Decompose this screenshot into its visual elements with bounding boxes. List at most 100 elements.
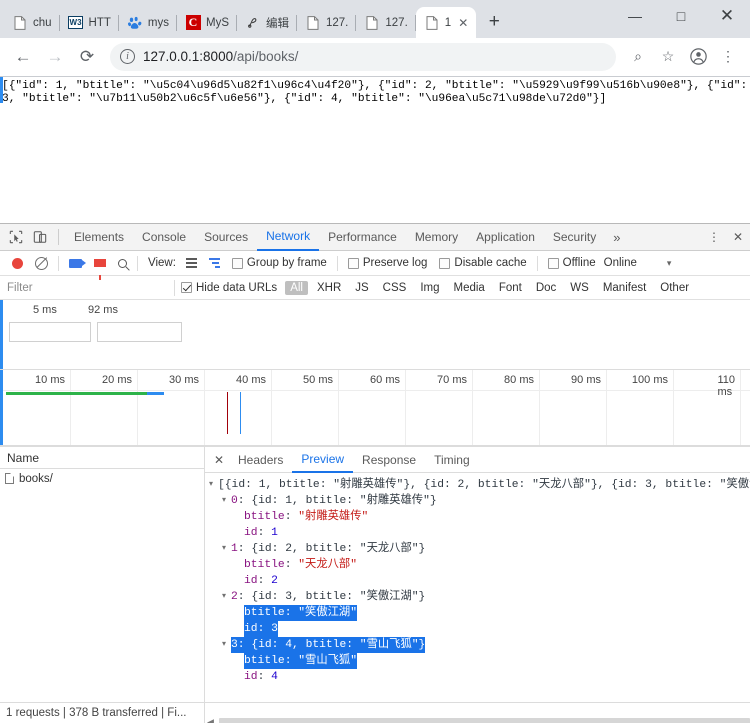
expand-caret-icon[interactable]: ▾ [222,493,231,509]
filter-type-font[interactable]: Font [494,281,527,295]
close-window-button[interactable]: ✕ [704,0,750,32]
preview-line[interactable]: btitle: "射雕英雄传" [209,509,750,525]
detail-tab-headers[interactable]: Headers [229,447,292,472]
filter-input[interactable]: Filter [0,282,168,294]
view-waterfall-button[interactable] [203,251,226,276]
ruler-tick-label-5: 60 ms [370,374,405,386]
devtools-tab-application[interactable]: Application [467,224,544,250]
devtools-tab-security[interactable]: Security [544,224,605,250]
preview-token: : [285,559,299,571]
new-tab-button[interactable]: + [480,8,508,36]
browser-tab-3[interactable]: CMyS [177,7,237,38]
chrome-menu-icon[interactable]: ⋮ [714,43,742,71]
request-list-header[interactable]: Name [0,447,204,469]
preview-line[interactable]: ▾0: {id: 1, btitle: "射雕英雄传"} [209,493,750,509]
maximize-button[interactable]: □ [658,0,704,32]
preview-line[interactable]: btitle: "天龙八部" [209,557,750,573]
preview-line[interactable]: ▾[{id: 1, btitle: "射雕英雄传"}, {id: 2, btit… [209,477,750,493]
expand-caret-icon[interactable]: ▾ [222,637,231,653]
preview-line[interactable]: id: 3 [209,621,750,637]
ruler-tick-label-6: 70 ms [437,374,472,386]
preview-line-content: btitle: "笑傲江湖" [244,605,357,621]
scroll-left-icon[interactable]: ◀ [207,718,214,723]
preview-line[interactable]: ▾2: {id: 3, btitle: "笑傲江湖"} [209,589,750,605]
preview-line[interactable]: ▾1: {id: 2, btitle: "天龙八部"} [209,541,750,557]
browser-tab-7[interactable]: 1✕ [416,7,476,38]
disable-cache-checkbox[interactable]: Disable cache [433,257,532,269]
ruler-tick-line-7 [539,370,540,445]
filter-type-ws[interactable]: WS [565,281,594,295]
scrollbar-thumb[interactable] [219,718,750,723]
filter-type-img[interactable]: Img [415,281,444,295]
filter-type-media[interactable]: Media [449,281,490,295]
preview-token: : [258,623,272,635]
toggle-device-toolbar-icon[interactable] [28,225,52,249]
browser-tab-0[interactable]: chu [4,7,60,38]
filter-type-other[interactable]: Other [655,281,694,295]
preview-line[interactable]: btitle: "笑傲江湖" [209,605,750,621]
expand-caret-icon[interactable]: ▾ [222,541,231,557]
filter-type-xhr[interactable]: XHR [312,281,346,295]
browser-tab-2[interactable]: mys [119,7,177,38]
group-by-frame-checkbox[interactable]: Group by frame [226,257,333,269]
preserve-log-checkbox[interactable]: Preserve log [342,257,434,269]
preview-line[interactable]: id: 1 [209,525,750,541]
detail-tab-timing[interactable]: Timing [425,447,479,472]
filter-type-all[interactable]: All [285,281,308,295]
devtools-settings-icon[interactable]: ⋮ [702,225,726,249]
preview-line[interactable]: id: 2 [209,573,750,589]
detail-tab-response[interactable]: Response [353,447,425,472]
expand-caret-icon[interactable]: ▾ [209,477,218,493]
preview-line[interactable]: id: 4 [209,669,750,685]
browser-tab-6[interactable]: 127. [356,7,415,38]
bookmark-star-icon[interactable]: ☆ [654,43,682,71]
filter-type-css[interactable]: CSS [378,281,412,295]
ruler-tick-label-8: 90 ms [571,374,606,386]
throttling-select[interactable]: Online [602,251,643,276]
network-toolbar: View: Group by frame Preserve log Disabl… [0,251,750,276]
filter-type-js[interactable]: JS [350,281,373,295]
preview-line[interactable]: ▾3: {id: 4, btitle: "雪山飞狐"} [209,637,750,653]
preview-token: 1 [231,543,238,555]
detail-close-icon[interactable]: ✕ [209,450,229,470]
inspect-element-icon[interactable] [4,225,28,249]
browser-tab-4[interactable]: 编辑 [237,7,297,38]
browser-tab-1[interactable]: W3HTT [60,7,119,38]
devtools-tab-sources[interactable]: Sources [195,224,257,250]
preview-pane[interactable]: ▾[{id: 1, btitle: "射雕英雄传"}, {id: 2, btit… [205,473,750,702]
detail-tab-preview[interactable]: Preview [292,447,353,473]
back-icon[interactable]: ← [8,42,38,72]
throttling-caret-icon[interactable]: ▾ [661,251,678,276]
more-panels-icon[interactable]: » [605,230,628,245]
devtools-tab-performance[interactable]: Performance [319,224,406,250]
devtools-tab-elements[interactable]: Elements [65,224,133,250]
network-overview[interactable]: 5 ms92 ms [0,300,750,370]
devtools-tab-memory[interactable]: Memory [406,224,467,250]
offline-checkbox[interactable]: Offline [542,257,602,269]
search-icon[interactable]: ⌕ [624,43,652,71]
devtools-close-icon[interactable]: ✕ [726,225,750,249]
devtools-tab-network[interactable]: Network [257,224,319,251]
reload-icon[interactable]: ⟳ [72,42,102,72]
tab-close-icon[interactable]: ✕ [458,16,468,30]
minimize-button[interactable]: — [612,0,658,32]
filter-type-manifest[interactable]: Manifest [598,281,651,295]
devtools-tab-console[interactable]: Console [133,224,195,250]
hide-data-urls-checkbox[interactable]: Hide data URLs [181,282,277,294]
forward-icon[interactable]: → [40,42,70,72]
browser-tab-5[interactable]: 127. [297,7,356,38]
profile-avatar-icon[interactable] [684,43,712,71]
view-list-button[interactable] [180,251,203,276]
preview-line[interactable]: btitle: "雪山飞狐" [209,653,750,669]
address-bar[interactable]: i 127.0.0.1:8000/api/books/ [110,43,616,71]
overview-body[interactable]: 5 ms92 ms [3,300,750,369]
clear-button[interactable] [29,251,54,276]
table-row[interactable]: books/ [0,469,204,488]
capture-screenshots-button[interactable] [63,251,88,276]
search-toggle-button[interactable] [112,251,133,276]
filter-type-doc[interactable]: Doc [531,281,561,295]
site-info-icon[interactable]: i [120,49,135,64]
filter-toggle-button[interactable] [88,251,112,276]
expand-caret-icon[interactable]: ▾ [222,589,231,605]
record-button[interactable] [6,251,29,276]
